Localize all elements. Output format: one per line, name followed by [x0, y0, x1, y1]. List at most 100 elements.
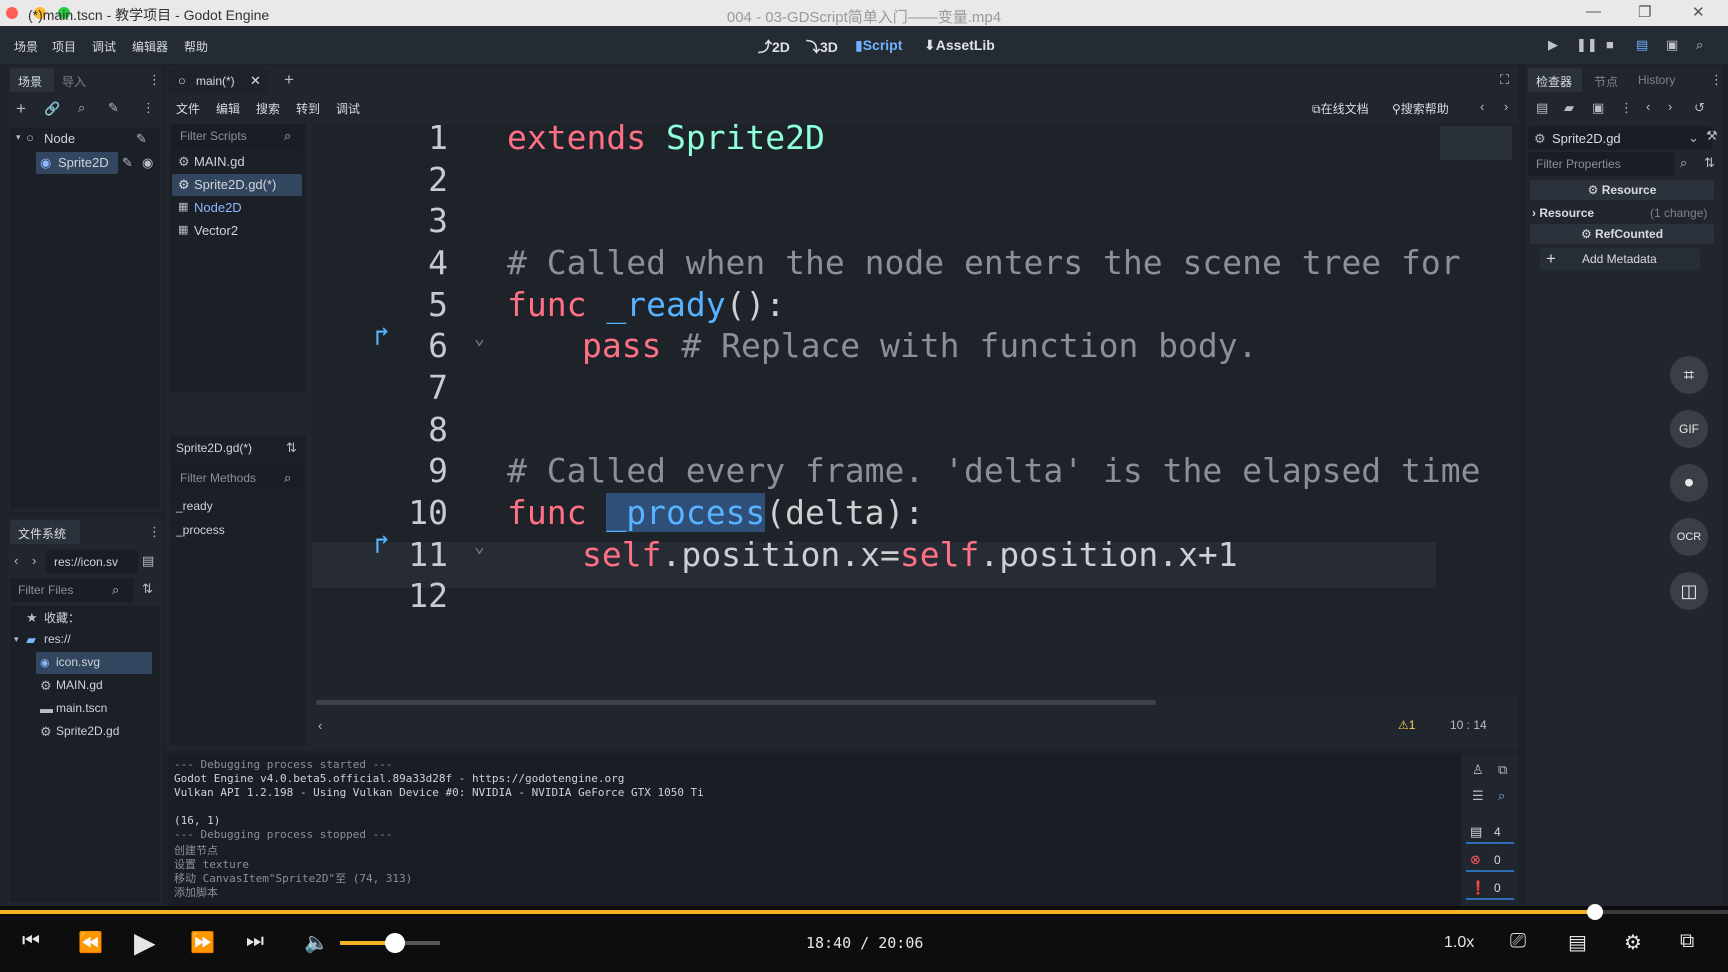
- prev-script-icon[interactable]: ‹: [1480, 99, 1484, 114]
- tab-node[interactable]: 节点: [1594, 73, 1618, 90]
- more-icon[interactable]: ⋮: [1620, 100, 1633, 116]
- menu-debug[interactable]: 调试: [92, 38, 116, 55]
- section-refcounted[interactable]: ⚙ RefCounted: [1530, 224, 1714, 244]
- play-scene-icon[interactable]: ▣: [1666, 37, 1678, 53]
- add-tab-icon[interactable]: +: [284, 70, 294, 90]
- code-editor[interactable]: 1 2 3 4 5 6 7 8 9 10 11 12 ↱ ↱ ⌄ ⌄ exten…: [312, 118, 1522, 705]
- tab-main[interactable]: ○ main(*) ✕: [168, 68, 268, 94]
- add-metadata-button[interactable]: + Add Metadata: [1540, 248, 1700, 270]
- dock-menu-icon[interactable]: ⋮: [1710, 72, 1723, 88]
- crop-icon[interactable]: ⌗: [1670, 356, 1708, 394]
- script-icon[interactable]: ✎: [136, 131, 147, 147]
- menu-editor[interactable]: 编辑器: [132, 38, 168, 55]
- dock-menu-icon[interactable]: ⋮: [148, 72, 161, 88]
- menu-scene[interactable]: 场景: [14, 38, 38, 55]
- minimap[interactable]: [1440, 126, 1512, 160]
- forward-icon[interactable]: ›: [32, 553, 36, 568]
- method-item-ready[interactable]: _ready: [176, 496, 213, 518]
- horizontal-scrollbar[interactable]: [316, 700, 1156, 705]
- warnings-filter-toggle[interactable]: ❗ 0: [1466, 878, 1514, 900]
- toggle-split-icon[interactable]: ▤: [142, 553, 154, 569]
- script-item-main-gd[interactable]: MAIN.gd: [194, 151, 245, 173]
- property-resource[interactable]: › Resource: [1532, 206, 1594, 220]
- errors-filter-toggle[interactable]: ⊗ 0: [1466, 850, 1514, 872]
- play-icon[interactable]: ▶: [134, 926, 156, 959]
- collapse-icon[interactable]: ▾: [14, 634, 19, 645]
- override-arrow-icon[interactable]: ↱: [374, 322, 390, 352]
- script-menu-file[interactable]: 文件: [176, 100, 200, 117]
- clear-output-icon[interactable]: ♙: [1472, 762, 1484, 778]
- prev-history-icon[interactable]: ‹: [1646, 99, 1650, 114]
- script-attach-icon[interactable]: ✎: [108, 100, 119, 116]
- workspace-script-button[interactable]: ▮Script: [855, 37, 902, 54]
- tab-history[interactable]: History: [1638, 73, 1675, 87]
- filter-scripts-input[interactable]: Filter Scripts: [172, 124, 302, 148]
- speed-button[interactable]: 1.0x: [1444, 934, 1474, 952]
- minimize-icon[interactable]: —: [1586, 3, 1601, 20]
- close-tab-icon[interactable]: ✕: [250, 73, 261, 89]
- script-item-node2d[interactable]: Node2D: [194, 197, 242, 219]
- movie-maker-icon[interactable]: ⌕: [1696, 37, 1703, 53]
- playlist-icon[interactable]: ▤: [1568, 930, 1587, 955]
- volume-handle[interactable]: [385, 933, 405, 953]
- settings-icon[interactable]: ⚙: [1624, 930, 1642, 955]
- script-item-vector2[interactable]: Vector2: [194, 220, 238, 242]
- back-icon[interactable]: ‹: [14, 553, 18, 568]
- remote-debug-icon[interactable]: ▤: [1636, 37, 1648, 53]
- search-help-link[interactable]: ⚲搜索帮助: [1392, 100, 1449, 117]
- section-resource[interactable]: ⚙ Resource: [1530, 180, 1714, 200]
- ocr-button[interactable]: OCR: [1670, 518, 1708, 556]
- override-arrow-icon[interactable]: ↱: [374, 530, 390, 560]
- toggle-scripts-panel-icon[interactable]: ‹: [318, 718, 322, 733]
- close-icon[interactable]: ✕: [1692, 3, 1705, 21]
- search-icon[interactable]: ⌕: [78, 100, 85, 116]
- search-icon[interactable]: ⌕: [1498, 788, 1505, 804]
- restore-icon[interactable]: ❐: [1638, 3, 1651, 21]
- airplay-icon[interactable]: ⎚: [1510, 930, 1526, 953]
- more-icon[interactable]: ⋮: [142, 100, 155, 116]
- filter-properties-input[interactable]: Filter Properties: [1528, 152, 1674, 176]
- copy-icon[interactable]: ⧉: [1498, 762, 1507, 778]
- visibility-eye-icon[interactable]: ◉: [142, 155, 153, 171]
- distraction-free-icon[interactable]: ⛶: [1500, 72, 1509, 88]
- rewind-icon[interactable]: ⏪: [78, 930, 103, 955]
- layout-icon[interactable]: ◫: [1670, 572, 1708, 610]
- filter-methods-input[interactable]: Filter Methods: [172, 466, 302, 490]
- script-icon[interactable]: ✎: [122, 155, 133, 171]
- volume-icon[interactable]: 🔈: [304, 930, 329, 955]
- dock-menu-icon[interactable]: ⋮: [148, 524, 161, 540]
- fast-forward-icon[interactable]: ⏩: [190, 930, 215, 955]
- tools-icon[interactable]: ⚒: [1706, 128, 1718, 144]
- script-item-sprite2d-gd[interactable]: ⚙ Sprite2D.gd(*): [172, 174, 302, 196]
- open-folder-icon[interactable]: ▰: [1564, 100, 1574, 116]
- sort-icon[interactable]: ⇅: [142, 581, 153, 597]
- fold-chevron-icon[interactable]: ⌄: [474, 328, 485, 349]
- script-menu-goto[interactable]: 转到: [296, 100, 320, 117]
- sort-icon[interactable]: ⇅: [1704, 155, 1715, 171]
- skip-start-icon[interactable]: ⏮: [22, 930, 40, 953]
- tab-inspector[interactable]: 检查器: [1528, 68, 1582, 92]
- next-script-icon[interactable]: ›: [1504, 99, 1508, 114]
- script-menu-edit[interactable]: 编辑: [216, 100, 240, 117]
- workspace-assetlib-button[interactable]: ⬇AssetLib: [924, 37, 995, 54]
- pip-icon[interactable]: ⧉: [1680, 930, 1694, 953]
- warnings-indicator[interactable]: ⚠1: [1398, 718, 1415, 732]
- gif-button[interactable]: GIF: [1670, 410, 1708, 448]
- progress-handle[interactable]: [1586, 904, 1603, 920]
- camera-icon[interactable]: ⏺: [1670, 464, 1708, 502]
- file-item-icon-svg[interactable]: ◉ icon.svg: [36, 652, 152, 674]
- menu-project[interactable]: 项目: [52, 38, 76, 55]
- online-docs-link[interactable]: ⧉在线文档: [1312, 100, 1369, 117]
- play-icon[interactable]: ▶: [1548, 37, 1558, 53]
- fold-chevron-icon[interactable]: ⌄: [474, 536, 485, 557]
- workspace-2d-button[interactable]: ⤴2D: [758, 37, 790, 57]
- save-icon[interactable]: ▣: [1592, 100, 1604, 116]
- tab-import[interactable]: 导入: [62, 73, 86, 90]
- resource-selector[interactable]: ⚙ Sprite2D.gd ⌄: [1528, 126, 1712, 150]
- messages-filter-toggle[interactable]: ▤ 4: [1466, 822, 1514, 844]
- file-item-sprite2d-gd[interactable]: Sprite2D.gd: [56, 721, 119, 743]
- path-field[interactable]: res://icon.sv: [46, 550, 138, 574]
- collapse-icon[interactable]: ▾: [16, 132, 21, 143]
- sort-icon[interactable]: ⇅: [286, 440, 297, 456]
- object-history-icon[interactable]: ↺: [1694, 100, 1705, 116]
